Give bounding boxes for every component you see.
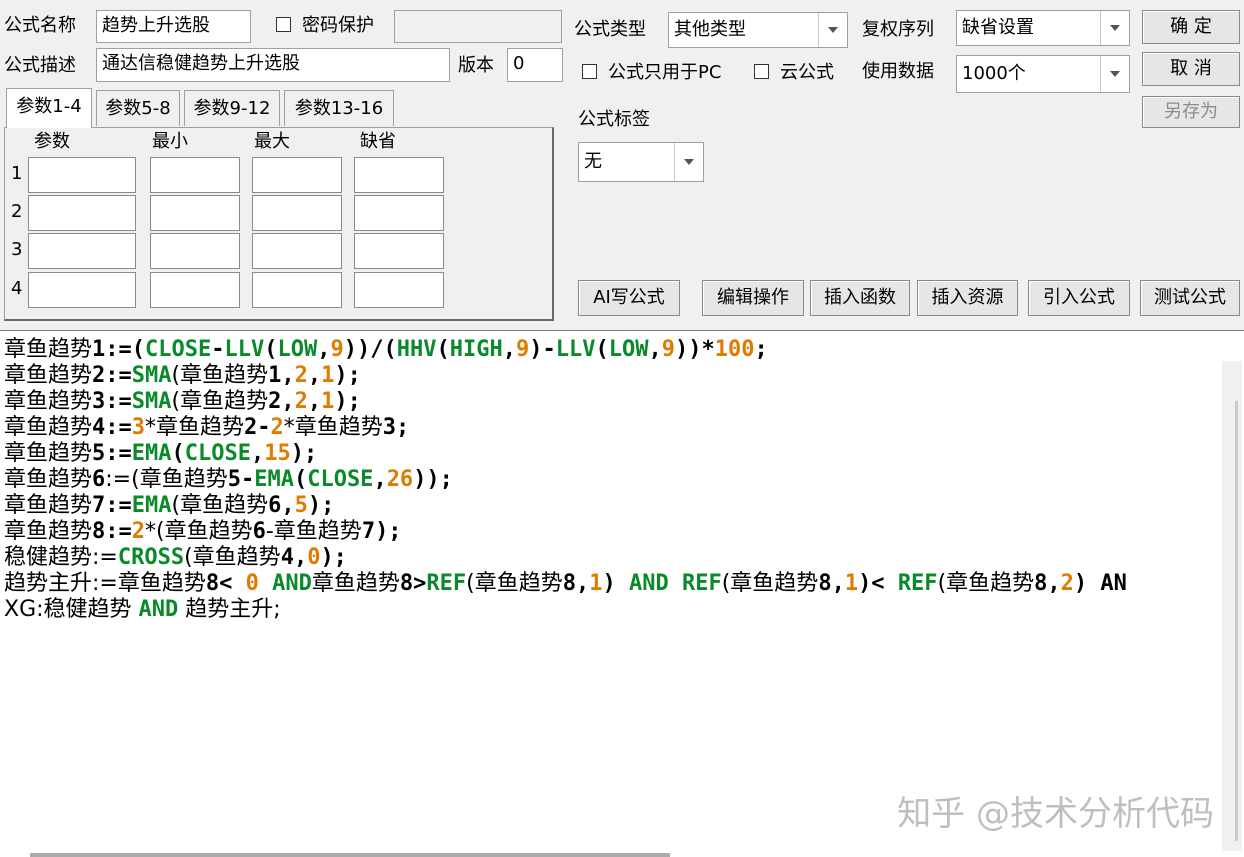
insert-resource-button[interactable]: 插入资源 <box>917 280 1018 316</box>
param-row-index: 1 <box>11 163 23 184</box>
cloud-label: 云公式 <box>780 62 834 83</box>
formula-editor[interactable]: 章鱼趋势1:=(CLOSE-LLV(LOW,9))/(HHV(HIGH,9)-L… <box>0 330 1244 857</box>
param-min-input[interactable] <box>150 233 240 269</box>
param-name-input[interactable] <box>28 233 136 269</box>
code-line: 章鱼趋势1:=(CLOSE-LLV(LOW,9))/(HHV(HIGH,9)-L… <box>4 337 768 362</box>
use-data-value: 1000个 <box>962 63 1026 84</box>
code-line: 趋势主升:=章鱼趋势8< 0 AND章鱼趋势8>REF(章鱼趋势8,1) AND… <box>4 571 1127 596</box>
vertical-scrollbar[interactable] <box>1222 361 1242 851</box>
rights-seq-label: 复权序列 <box>862 19 934 40</box>
param-min-input[interactable] <box>150 272 240 308</box>
code-line: 章鱼趋势5:=EMA(CLOSE,15); <box>4 441 318 466</box>
use-data-select[interactable]: 1000个 <box>956 55 1130 93</box>
pc-only-checkbox[interactable] <box>582 64 597 79</box>
chevron-down-icon[interactable] <box>674 143 703 181</box>
param-row-index: 3 <box>11 239 23 260</box>
param-name-input[interactable] <box>28 195 136 231</box>
password-label: 密码保护 <box>302 15 374 36</box>
formula-name-input[interactable]: 趋势上升选股 <box>96 10 251 43</box>
param-row-index: 4 <box>11 278 23 299</box>
cloud-checkbox[interactable] <box>754 64 769 79</box>
insert-function-button[interactable]: 插入函数 <box>810 280 910 316</box>
param-min-input[interactable] <box>150 157 240 193</box>
tab-params-1-4[interactable]: 参数1-4 <box>6 88 92 128</box>
edit-ops-button[interactable]: 编辑操作 <box>702 280 804 316</box>
param-header-name: 参数 <box>34 131 70 152</box>
save-as-button[interactable]: 另存为 <box>1142 96 1240 128</box>
use-data-label: 使用数据 <box>862 61 934 82</box>
password-checkbox[interactable] <box>276 17 291 32</box>
test-formula-button[interactable]: 测试公式 <box>1140 280 1240 316</box>
param-min-input[interactable] <box>150 195 240 231</box>
rights-seq-value: 缺省设置 <box>962 17 1034 38</box>
version-label: 版本 <box>458 55 494 76</box>
param-header-max: 最大 <box>254 131 290 152</box>
param-name-input[interactable] <box>28 272 136 308</box>
chevron-down-icon[interactable] <box>818 13 847 47</box>
param-row-index: 2 <box>11 201 23 222</box>
chevron-down-icon[interactable] <box>1100 11 1129 45</box>
formula-tag-select[interactable]: 无 <box>578 142 704 182</box>
param-default-input[interactable] <box>354 272 444 308</box>
tab-params-9-12[interactable]: 参数9-12 <box>184 90 280 126</box>
code-line: 章鱼趋势7:=EMA(章鱼趋势6,5); <box>4 493 335 518</box>
code-line: 章鱼趋势2:=SMA(章鱼趋势1,2,1); <box>4 363 361 388</box>
formula-type-value: 其他类型 <box>674 19 746 40</box>
version-input[interactable]: 0 <box>507 48 563 82</box>
formula-type-select[interactable]: 其他类型 <box>668 12 848 48</box>
chevron-down-icon[interactable] <box>1100 56 1129 92</box>
param-default-input[interactable] <box>354 233 444 269</box>
formula-name-label: 公式名称 <box>4 15 76 36</box>
cancel-button[interactable]: 取 消 <box>1142 52 1240 86</box>
param-max-input[interactable] <box>252 157 342 193</box>
pc-only-label: 公式只用于PC <box>608 62 722 83</box>
code-line: 章鱼趋势8:=2*(章鱼趋势6-章鱼趋势7); <box>4 519 402 544</box>
param-max-input[interactable] <box>252 233 342 269</box>
formula-type-label: 公式类型 <box>574 19 646 40</box>
watermark-text: 知乎 @技术分析代码 <box>897 794 1214 834</box>
formula-desc-input[interactable]: 通达信稳健趋势上升选股 <box>96 48 450 82</box>
formula-tag-value: 无 <box>584 151 602 172</box>
param-default-input[interactable] <box>354 157 444 193</box>
import-formula-button[interactable]: 引入公式 <box>1028 280 1130 316</box>
param-max-input[interactable] <box>252 195 342 231</box>
ok-button[interactable]: 确 定 <box>1142 10 1240 44</box>
ai-write-button[interactable]: AI写公式 <box>578 280 680 316</box>
formula-desc-label: 公式描述 <box>4 55 76 76</box>
param-header-default: 缺省 <box>360 131 396 152</box>
tab-params-5-8[interactable]: 参数5-8 <box>96 90 180 126</box>
rights-seq-select[interactable]: 缺省设置 <box>956 10 1130 46</box>
code-line: 稳健趋势:=CROSS(章鱼趋势4,0); <box>4 545 347 570</box>
tab-params-13-16[interactable]: 参数13-16 <box>284 90 394 126</box>
formula-tag-label: 公式标签 <box>578 109 650 130</box>
code-line: 章鱼趋势6:=(章鱼趋势5-EMA(CLOSE,26)); <box>4 467 453 492</box>
param-max-input[interactable] <box>252 272 342 308</box>
code-line: 章鱼趋势3:=SMA(章鱼趋势2,2,1); <box>4 389 361 414</box>
param-header-min: 最小 <box>152 131 188 152</box>
param-default-input[interactable] <box>354 195 444 231</box>
code-line: XG:稳健趋势 AND 趋势主升; <box>4 597 281 622</box>
param-name-input[interactable] <box>28 157 136 193</box>
code-line: 章鱼趋势4:=3*章鱼趋势2-2*章鱼趋势3; <box>4 415 410 440</box>
horizontal-scrollbar[interactable] <box>30 853 670 857</box>
password-input[interactable] <box>394 10 562 43</box>
